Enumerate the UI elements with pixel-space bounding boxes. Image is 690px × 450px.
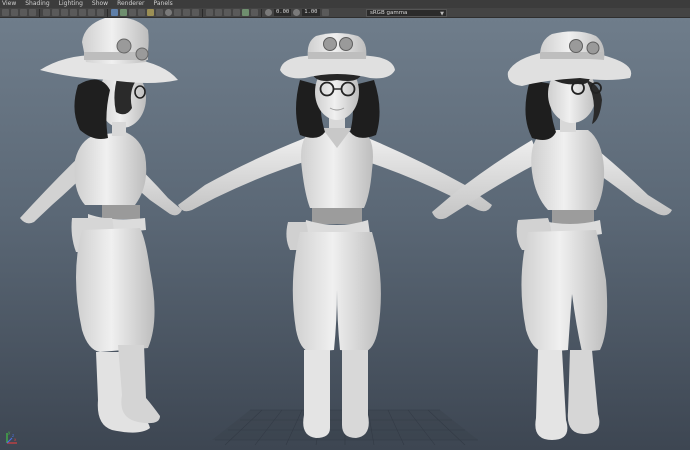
smooth-shade-icon[interactable] [120,9,127,16]
backface-culling-icon[interactable] [251,9,258,16]
wireframe-icon[interactable] [111,9,118,16]
grid-icon[interactable] [43,9,50,16]
depth-of-field-icon[interactable] [192,9,199,16]
axis-y-label: y [8,430,11,435]
field-chart-icon[interactable] [79,9,86,16]
gamma-icon[interactable] [293,9,301,16]
side-view-character[interactable] [20,18,182,433]
panel-menu-bar: View Shading Lighting Show Renderer Pane… [0,0,690,8]
image-plane-icon[interactable] [29,9,36,16]
menu-lighting[interactable]: Lighting [59,0,83,8]
xray-joints-icon[interactable] [233,9,240,16]
resolution-gate-icon[interactable] [61,9,68,16]
textured-icon[interactable] [138,9,145,16]
shadows-icon[interactable] [156,9,163,16]
toolbar-separator [261,8,262,17]
menu-renderer[interactable]: Renderer [117,0,144,8]
bookmarks-icon[interactable] [20,9,27,16]
safe-title-icon[interactable] [97,9,104,16]
film-gate-icon[interactable] [52,9,59,16]
menu-show[interactable]: Show [92,0,108,8]
front-view-character[interactable] [178,33,492,438]
viewport-scene [20,18,672,446]
view-axis-icon: x y z [6,430,17,444]
safe-action-icon[interactable] [88,9,95,16]
maya-viewport-window: View Shading Lighting Show Renderer Pane… [0,0,690,450]
panel-toolbar: 0.00 1.00 [0,8,690,18]
three-quarter-view-character[interactable] [432,31,672,440]
chevron-down-icon: ▼ [440,11,444,17]
menu-panels[interactable]: Panels [153,0,172,8]
isolate-select-icon[interactable] [206,9,213,16]
show-grid-icon[interactable] [242,9,249,16]
multisample-antialiasing-icon[interactable] [183,9,190,16]
ambient-occlusion-icon[interactable] [165,9,172,16]
wireframe-on-shaded-icon[interactable] [129,9,136,16]
menu-view[interactable]: View [2,0,16,8]
menu-shading[interactable]: Shading [25,0,49,8]
motion-blur-icon[interactable] [174,9,181,16]
gate-mask-icon[interactable] [70,9,77,16]
exposure-icon[interactable] [265,9,272,16]
3d-viewport[interactable]: x y z [0,18,690,450]
exposure-field[interactable]: 0.00 [274,9,292,16]
toolbar-separator [39,8,40,17]
color-management-icon[interactable] [321,9,329,16]
axis-x-label: x [14,437,17,442]
gamma-field[interactable]: 1.00 [302,9,320,16]
xray-active-components-icon[interactable] [224,9,231,16]
toolbar-separator [202,8,203,17]
select-camera-icon[interactable] [2,9,9,16]
toolbar-separator [107,8,108,17]
use-all-lights-icon[interactable] [147,9,154,16]
axis-z-label: z [12,433,14,438]
camera-attributes-icon[interactable] [11,9,18,16]
view-transform-dropdown[interactable]: sRGB gamma ▼ [366,9,447,17]
view-transform-value: sRGB gamma [370,10,408,16]
xray-icon[interactable] [215,9,222,16]
